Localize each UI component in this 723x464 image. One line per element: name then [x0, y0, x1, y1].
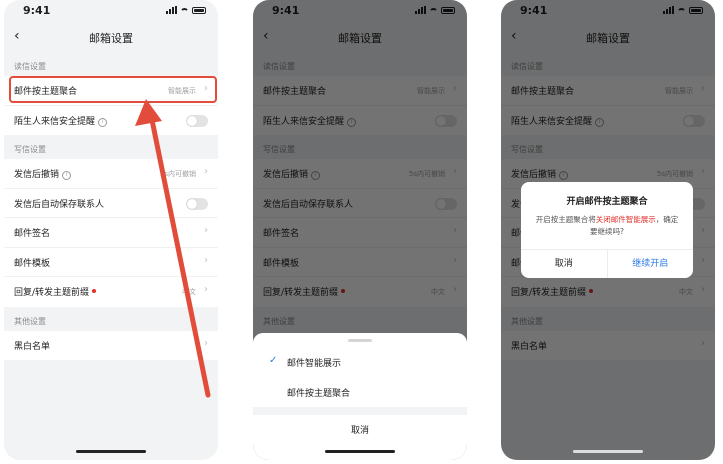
dialog-title: 开启邮件按主题聚合	[566, 197, 648, 207]
dialog-buttons: 取消 继续开启	[521, 249, 693, 278]
pointer-arrow-icon	[135, 99, 211, 398]
sheet-cancel-button[interactable]: 取消	[253, 415, 467, 447]
phone-screen-dialog: 9:41 ‹ 邮箱设置 读信设置 邮件按主题聚合 智能展示 › 陌生人来信安全提…	[501, 0, 715, 460]
check-icon: ✓	[269, 355, 278, 366]
home-indicator	[573, 450, 643, 453]
action-sheet: ✓ 邮件智能展示 邮件按主题聚合 取消	[253, 333, 467, 460]
option-label: 邮件智能展示	[287, 359, 342, 369]
home-indicator	[325, 450, 395, 453]
phone-screen-settings: 9:41 ‹ 邮箱设置 读信设置 邮件按主题聚合 智能展示 › 陌生人来信安全提…	[4, 0, 218, 460]
sheet-divider	[253, 407, 467, 415]
dialog-message-pre: 开启按主题聚合将	[535, 215, 596, 224]
confirm-dialog: 开启邮件按主题聚合 开启按主题聚合将关闭邮件智能展示，确定要继续吗? 取消 继续…	[521, 182, 693, 278]
dialog-confirm-button[interactable]: 继续开启	[606, 250, 694, 278]
phone-screen-sheet: 9:41 ‹ 邮箱设置 读信设置 邮件按主题聚合 智能展示 › 陌生人来信安全提…	[253, 0, 467, 460]
option-smart-display[interactable]: ✓ 邮件智能展示	[253, 347, 467, 377]
option-label: 邮件按主题聚合	[287, 389, 351, 399]
option-thread-grouping[interactable]: 邮件按主题聚合	[253, 377, 467, 407]
dialog-cancel-button[interactable]: 取消	[521, 250, 607, 278]
home-indicator	[76, 450, 146, 453]
dialog-message-warning: 关闭邮件智能展示	[595, 215, 656, 224]
sheet-handle[interactable]	[348, 339, 372, 342]
dialog-message: 开启按主题聚合将关闭邮件智能展示，确定要继续吗?	[533, 214, 681, 238]
